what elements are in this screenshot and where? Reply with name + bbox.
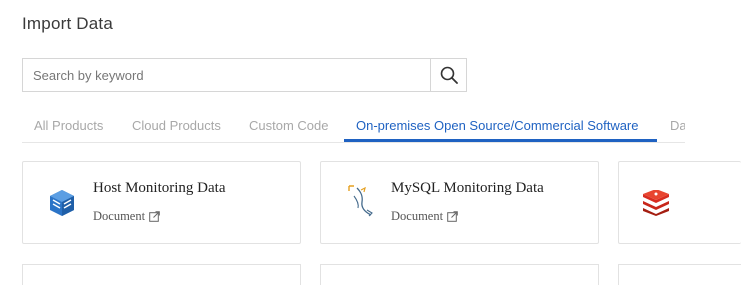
card-title: MySQL Monitoring Data [391, 180, 544, 196]
search-input[interactable] [23, 59, 430, 91]
tab-custom-code[interactable]: Custom Code [249, 110, 328, 142]
search-icon [440, 66, 458, 84]
tab-partial[interactable]: Da [670, 110, 685, 142]
card-row2-2[interactable] [320, 264, 599, 285]
category-tabs: All Products Cloud Products Custom Code … [22, 110, 685, 143]
search-bar [22, 58, 467, 92]
document-link-label: Document [391, 209, 444, 223]
tab-all-products[interactable]: All Products [34, 110, 103, 142]
external-link-icon [149, 211, 160, 222]
card-host-monitoring[interactable]: Host Monitoring Data Document [22, 161, 301, 244]
card-title: Host Monitoring Data [93, 180, 226, 196]
card-row2-3[interactable] [618, 264, 741, 285]
search-button[interactable] [430, 59, 466, 91]
mysql-dolphin-icon [348, 185, 373, 217]
external-link-icon [447, 211, 458, 222]
active-tab-indicator [344, 139, 657, 142]
document-link[interactable]: Document [93, 209, 160, 224]
document-link-label: Document [93, 209, 146, 223]
page-title: Import Data [22, 14, 114, 33]
card-mysql-monitoring[interactable]: MySQL Monitoring Data Document [320, 161, 599, 244]
tab-on-premises[interactable]: On-premises Open Source/Commercial Softw… [356, 110, 639, 142]
card-row2-1[interactable] [22, 264, 301, 285]
redis-stack-icon [643, 190, 669, 216]
host-cube-icon [50, 190, 74, 216]
document-link[interactable]: Document [391, 209, 458, 224]
tab-cloud-products[interactable]: Cloud Products [132, 110, 221, 142]
card-redis-partial[interactable] [618, 161, 741, 244]
